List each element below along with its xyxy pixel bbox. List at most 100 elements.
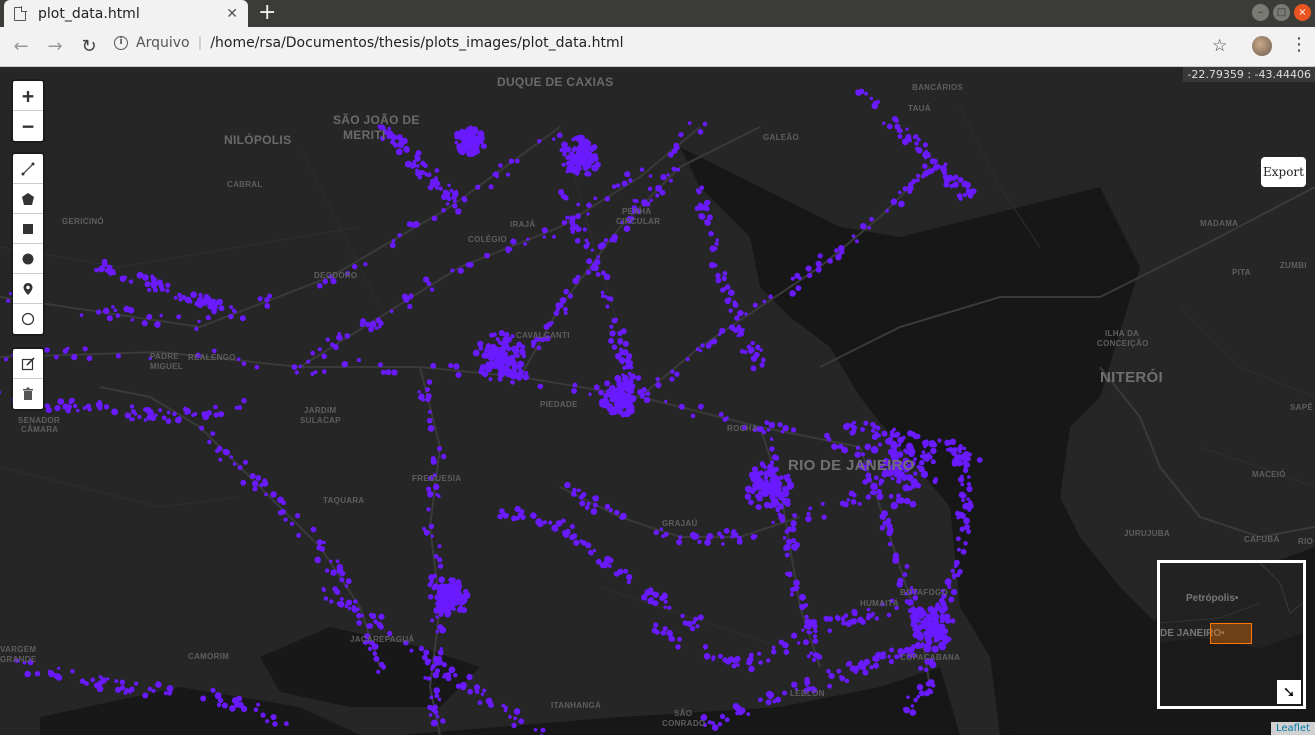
back-icon[interactable]: ←: [8, 36, 34, 57]
minimap-viewport-rectangle[interactable]: [1210, 623, 1252, 644]
data-point: [352, 263, 358, 270]
data-point: [691, 620, 696, 625]
data-point: [934, 604, 942, 611]
data-point: [621, 180, 628, 187]
data-point: [456, 606, 463, 613]
address-url[interactable]: /home/rsa/Documentos/thesis/plots_images…: [210, 35, 623, 51]
data-point: [922, 163, 928, 169]
zoom-out-button[interactable]: −: [13, 111, 43, 141]
data-point: [317, 347, 322, 352]
data-point: [298, 364, 303, 369]
data-point: [332, 586, 339, 592]
data-point: [356, 612, 362, 619]
profile-icon[interactable]: [1252, 36, 1272, 56]
edit-icon[interactable]: [13, 349, 43, 379]
data-point: [459, 596, 467, 603]
data-point: [808, 506, 813, 511]
place-label: CAMORIM: [188, 652, 230, 661]
delete-icon[interactable]: [13, 379, 43, 409]
data-point: [564, 481, 571, 489]
data-point: [758, 470, 764, 476]
data-point: [159, 283, 164, 289]
leaflet-attribution[interactable]: Leaflet: [1270, 722, 1315, 735]
data-point: [461, 196, 468, 203]
data-point: [240, 705, 248, 713]
data-point: [296, 533, 301, 538]
data-point: [667, 605, 672, 610]
export-button[interactable]: Export: [1261, 157, 1306, 187]
reload-icon[interactable]: ↻: [76, 36, 102, 57]
data-point: [794, 541, 800, 548]
data-point: [424, 173, 429, 177]
data-point: [785, 491, 790, 496]
tab-plot-data[interactable]: plot_data.html ✕: [4, 0, 248, 27]
polygon-icon[interactable]: [13, 184, 43, 214]
zoom-in-button[interactable]: +: [13, 81, 43, 111]
place-label: MACEIÓ: [1252, 470, 1286, 479]
data-point: [744, 493, 752, 500]
minimize-button[interactable]: –: [1252, 4, 1269, 21]
map-canvas[interactable]: DUQUE DE CAXIAS SÃO JOÃO DE MERITI NILÓP…: [0, 67, 1315, 735]
data-point: [228, 313, 234, 320]
data-point: [310, 350, 316, 356]
data-point: [940, 165, 945, 169]
data-point: [446, 202, 450, 206]
data-point: [759, 362, 765, 368]
data-point: [256, 702, 260, 707]
circle-icon[interactable]: [13, 244, 43, 274]
data-point: [144, 406, 152, 414]
data-point: [944, 178, 950, 184]
data-point: [618, 389, 625, 397]
data-point: [949, 184, 954, 189]
data-point: [581, 158, 586, 163]
forward-icon[interactable]: →: [42, 36, 68, 57]
data-point: [600, 270, 606, 276]
data-point: [571, 533, 578, 539]
data-point: [704, 199, 711, 206]
minimap-toggle-button[interactable]: ➘: [1277, 680, 1301, 704]
data-point: [480, 364, 486, 370]
data-point: [620, 512, 627, 520]
data-point: [677, 636, 682, 642]
data-point: [131, 417, 135, 422]
data-point: [804, 614, 809, 619]
data-point: [510, 379, 515, 385]
data-point: [234, 701, 240, 708]
data-point: [592, 502, 598, 508]
polyline-icon[interactable]: [13, 154, 43, 184]
data-point: [956, 536, 961, 542]
data-point: [499, 508, 505, 514]
data-point: [325, 337, 330, 342]
data-point: [711, 655, 716, 660]
data-point: [564, 146, 569, 152]
data-point: [734, 315, 740, 321]
data-point: [786, 473, 791, 478]
place-label: SAPÊ: [1290, 403, 1313, 412]
data-point: [432, 573, 437, 579]
address-bar[interactable]: i Arquivo | /home/rsa/Documentos/thesis/…: [114, 35, 624, 51]
data-point: [848, 490, 855, 497]
info-icon[interactable]: i: [114, 36, 128, 50]
star-icon[interactable]: ☆: [1212, 36, 1227, 56]
tab-close-button[interactable]: ✕: [226, 6, 238, 22]
menu-icon[interactable]: ⋮: [1290, 34, 1308, 55]
data-point: [210, 305, 217, 312]
marker-icon[interactable]: [13, 274, 43, 304]
data-point: [909, 606, 917, 614]
data-point: [455, 208, 462, 215]
circlemarker-icon[interactable]: [13, 304, 43, 334]
data-point: [493, 171, 499, 177]
data-point: [709, 261, 716, 269]
data-point: [373, 619, 378, 625]
data-point: [398, 141, 404, 147]
maximize-button[interactable]: □: [1273, 4, 1290, 21]
data-point: [722, 271, 728, 276]
new-tab-button[interactable]: +: [258, 1, 276, 25]
data-point: [437, 564, 442, 569]
data-point: [792, 585, 799, 592]
data-point: [475, 184, 481, 190]
minimap[interactable]: Petrópolis• DE JANEIRO• ➘: [1157, 560, 1306, 709]
close-window-button[interactable]: ×: [1294, 4, 1311, 21]
data-point: [931, 683, 936, 688]
rectangle-icon[interactable]: [13, 214, 43, 244]
